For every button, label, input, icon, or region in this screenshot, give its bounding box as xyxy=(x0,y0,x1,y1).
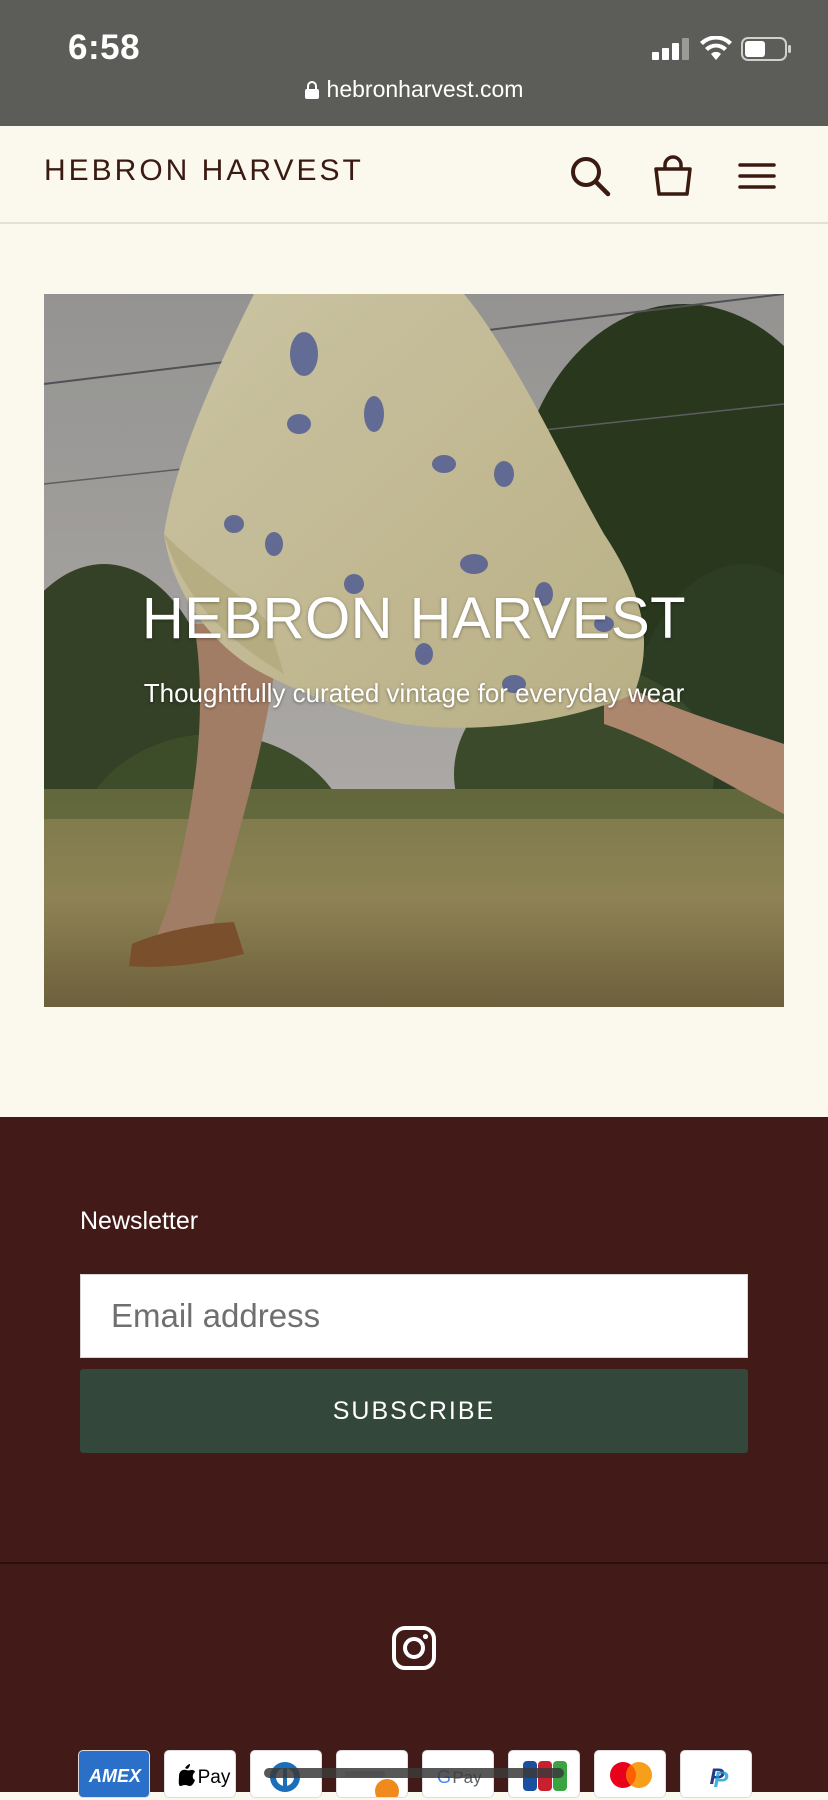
svg-text:P: P xyxy=(714,1767,729,1792)
site-logo[interactable]: HEBRON HARVEST xyxy=(44,154,364,188)
cart-button[interactable] xyxy=(651,154,695,198)
url-bar[interactable]: hebronharvest.com xyxy=(0,76,828,112)
search-icon xyxy=(571,157,611,197)
shopping-bag-icon xyxy=(654,155,692,196)
subscribe-button[interactable]: SUBSCRIBE xyxy=(80,1369,748,1453)
amex-icon: AMEX xyxy=(78,1750,150,1798)
hero-subtitle: Thoughtfully curated vintage for everyda… xyxy=(143,678,685,708)
cellular-signal-icon xyxy=(652,38,689,60)
battery-icon xyxy=(741,37,791,61)
newsletter-heading: Newsletter xyxy=(80,1207,199,1235)
home-indicator xyxy=(264,1768,564,1778)
site-header: HEBRON HARVEST xyxy=(0,126,828,224)
menu-button[interactable] xyxy=(736,154,780,198)
email-input[interactable] xyxy=(80,1274,748,1358)
url-text: hebronharvest.com xyxy=(326,76,524,102)
mastercard-icon xyxy=(594,1750,666,1798)
instagram-icon[interactable] xyxy=(391,1625,437,1671)
browser-status-bar: 6:58 hebronharvest.com xyxy=(0,0,828,126)
paypal-icon: PP xyxy=(680,1750,752,1798)
svg-text:Pay: Pay xyxy=(198,1767,231,1788)
lock-icon xyxy=(304,81,319,99)
status-time: 6:58 xyxy=(68,28,141,67)
site-footer: Newsletter SUBSCRIBE AMEX Pay GPay PP xyxy=(0,1117,828,1798)
search-button[interactable] xyxy=(568,154,612,198)
apple-pay-icon: Pay xyxy=(164,1750,236,1798)
wifi-icon xyxy=(700,36,732,60)
hamburger-menu-icon xyxy=(738,163,776,189)
hero-title: HEBRON HARVEST xyxy=(141,586,687,651)
svg-text:AMEX: AMEX xyxy=(88,1766,142,1786)
footer-divider xyxy=(0,1562,828,1564)
